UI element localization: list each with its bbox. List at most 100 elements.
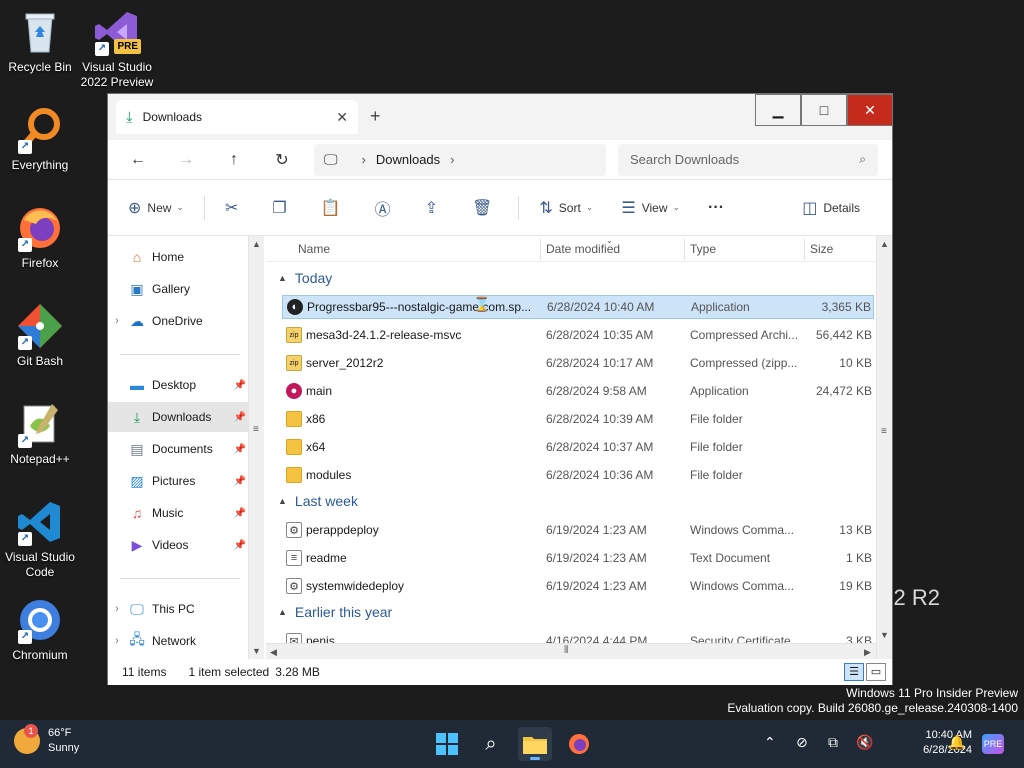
scroll-thumb[interactable]: ⦀ [564, 645, 568, 656]
paste-button[interactable]: 📋 [313, 192, 355, 224]
rename-button[interactable]: Ⓐ [367, 192, 405, 224]
search-button[interactable]: ⌕ [474, 727, 508, 761]
desktop-icon-everything[interactable]: ↗ Everything [0, 106, 80, 173]
tiles-view-button[interactable]: ▭ [866, 663, 886, 681]
desktop-icon-git-bash[interactable]: ↗ Git Bash [0, 302, 80, 369]
view-button[interactable]: ☰ View ⌄ [613, 192, 688, 224]
file-row[interactable]: x86 6/28/2024 10:39 AM File folder [282, 407, 874, 431]
nav-item-music[interactable]: ♫ Music 📌 [108, 498, 248, 528]
file-row[interactable]: ⚙ perappdeploy 6/19/2024 1:23 AM Windows… [282, 518, 874, 542]
group-header-today[interactable]: ▲ Today [278, 270, 332, 286]
copy-button[interactable]: ❐ [264, 192, 300, 224]
nav-item-downloads[interactable]: ⤓ Downloads 📌 [108, 402, 248, 432]
delete-button[interactable]: 🗑 [464, 192, 506, 224]
pin-icon[interactable]: 📌 [234, 508, 246, 519]
weather-widget[interactable]: 1 66°F Sunny [14, 724, 79, 756]
minimize-button[interactable]: ▁ [755, 94, 801, 126]
nav-item-videos[interactable]: ▶ Videos 📌 [108, 530, 248, 560]
group-header-last-week[interactable]: ▲ Last week [278, 493, 358, 509]
chevron-right-icon[interactable]: › [108, 635, 126, 647]
chevron-right-icon[interactable]: › [108, 315, 126, 327]
pin-icon[interactable]: 📌 [234, 380, 246, 391]
show-hidden-icons-button[interactable]: ⌃ [764, 734, 776, 751]
pin-icon[interactable]: 📌 [234, 444, 246, 455]
column-size[interactable]: Size [810, 242, 833, 256]
cut-button[interactable]: ✂ [217, 192, 252, 224]
nav-scrollbar[interactable]: ▲ ≡ ▼ [248, 236, 264, 659]
desktop-icon-recycle-bin[interactable]: Recycle Bin [0, 8, 80, 75]
column-divider[interactable] [804, 238, 805, 260]
column-divider[interactable] [684, 238, 685, 260]
notification-bell-icon[interactable]: 🔔 [948, 734, 965, 751]
file-row[interactable]: ≡ readme 6/19/2024 1:23 AM Text Document… [282, 546, 874, 570]
column-name[interactable]: Name [298, 242, 330, 256]
forward-button[interactable]: → [168, 144, 204, 176]
maximize-button[interactable]: □ [801, 94, 847, 126]
scroll-thumb[interactable]: ≡ [253, 424, 259, 435]
nav-item-documents[interactable]: ▤ Documents 📌 [108, 434, 248, 464]
desktop-icon-label: Visual Studio 2022 Preview [80, 60, 154, 89]
nav-item-network[interactable]: › 🖧 Network [108, 626, 248, 656]
new-tab-button[interactable]: + [370, 106, 381, 127]
file-row[interactable]: zip mesa3d-24.1.2-release-msvc 6/28/2024… [282, 323, 874, 347]
share-button[interactable]: ⇪ [417, 192, 452, 224]
scroll-left-arrow[interactable]: ◀ [266, 644, 281, 660]
group-header-earlier-this-year[interactable]: ▲ Earlier this year [278, 604, 392, 620]
file-row[interactable]: zip server_2012r2 6/28/2024 10:17 AM Com… [282, 351, 874, 375]
taskbar-firefox[interactable] [562, 727, 596, 761]
display-icon[interactable]: ⧉ [828, 734, 838, 751]
nav-item-pictures[interactable]: ▨ Pictures 📌 [108, 466, 248, 496]
sort-button[interactable]: ⇅ Sort ⌄ [531, 192, 601, 224]
os-watermark-line: Evaluation copy. Build 26080.ge_release.… [727, 701, 1018, 715]
new-button[interactable]: ⊕ New ⌄ [120, 192, 192, 224]
scroll-right-arrow[interactable]: ▶ [860, 644, 875, 660]
more-options-button[interactable]: ··· [700, 192, 732, 224]
back-button[interactable]: ← [120, 144, 156, 176]
desktop-icon-vscode[interactable]: ↗ Visual Studio Code [0, 498, 80, 580]
file-row[interactable]: ◐ Progressbar95---nostalgic-game.com.sp.… [282, 295, 874, 319]
chevron-right-icon[interactable]: › [450, 152, 454, 167]
file-row[interactable]: modules 6/28/2024 10:36 AM File folder [282, 463, 874, 487]
scroll-down-arrow[interactable]: ▼ [877, 627, 892, 643]
details-pane-button[interactable]: ◫ Details [794, 192, 868, 224]
desktop-icon-chromium[interactable]: ↗ Chromium [0, 596, 80, 663]
column-divider[interactable] [540, 238, 541, 260]
close-tab-icon[interactable]: ✕ [336, 109, 348, 126]
start-button[interactable] [430, 727, 464, 761]
scroll-up-arrow[interactable]: ▲ [877, 236, 892, 252]
up-button[interactable]: ↑ [216, 144, 252, 176]
details-view-button[interactable]: ☰ [844, 663, 864, 681]
copilot-icon[interactable]: PRE [982, 734, 1004, 754]
pin-icon[interactable]: 📌 [234, 540, 246, 551]
scroll-thumb[interactable]: ≡ [881, 426, 887, 437]
file-horizontal-scrollbar[interactable]: ◀ ⦀ ▶ [266, 643, 876, 659]
pin-icon[interactable]: 📌 [234, 476, 246, 487]
breadcrumb-downloads[interactable]: Downloads [376, 152, 440, 167]
volume-muted-icon[interactable]: 🔇 [856, 734, 873, 751]
refresh-button[interactable]: ↻ [264, 144, 300, 176]
file-row[interactable]: ⚙ systemwidedeploy 6/19/2024 1:23 AM Win… [282, 574, 874, 598]
chevron-right-icon[interactable]: › [108, 603, 126, 615]
file-row[interactable]: x64 6/28/2024 10:37 AM File folder [282, 435, 874, 459]
file-vertical-scrollbar[interactable]: ▲ ≡ ▼ [876, 236, 892, 659]
close-window-button[interactable]: ✕ [847, 94, 893, 126]
pin-icon[interactable]: 📌 [234, 412, 246, 423]
search-input[interactable]: Search Downloads ⌕ [618, 143, 878, 176]
scroll-down-arrow[interactable]: ▼ [249, 643, 264, 659]
nav-item-home[interactable]: ⌂ Home [108, 242, 248, 272]
address-bar[interactable]: 🖵 › Downloads › [314, 143, 606, 176]
taskbar-file-explorer[interactable] [518, 727, 552, 761]
network-offline-icon[interactable]: ⊘ [796, 734, 808, 751]
desktop-icon-visual-studio[interactable]: PRE ↗ Visual Studio 2022 Preview [77, 8, 157, 90]
nav-item-this-pc[interactable]: › 🖵 This PC [108, 594, 248, 624]
nav-item-gallery[interactable]: ▣ Gallery [108, 274, 248, 304]
column-type[interactable]: Type [690, 242, 716, 256]
nav-item-onedrive[interactable]: › ☁ OneDrive [108, 306, 248, 336]
tab-downloads[interactable]: ⤓ Downloads ✕ [116, 100, 358, 134]
desktop-icon-firefox[interactable]: ↗ Firefox [0, 204, 80, 271]
nav-item-desktop[interactable]: ▬ Desktop 📌 [108, 370, 248, 400]
desktop-icon-notepadpp[interactable]: ↗ Notepad++ [0, 400, 80, 467]
shortcut-arrow-icon: ↗ [18, 238, 32, 252]
scroll-up-arrow[interactable]: ▲ [249, 236, 264, 252]
file-row[interactable]: ● main 6/28/2024 9:58 AM Application 24,… [282, 379, 874, 403]
